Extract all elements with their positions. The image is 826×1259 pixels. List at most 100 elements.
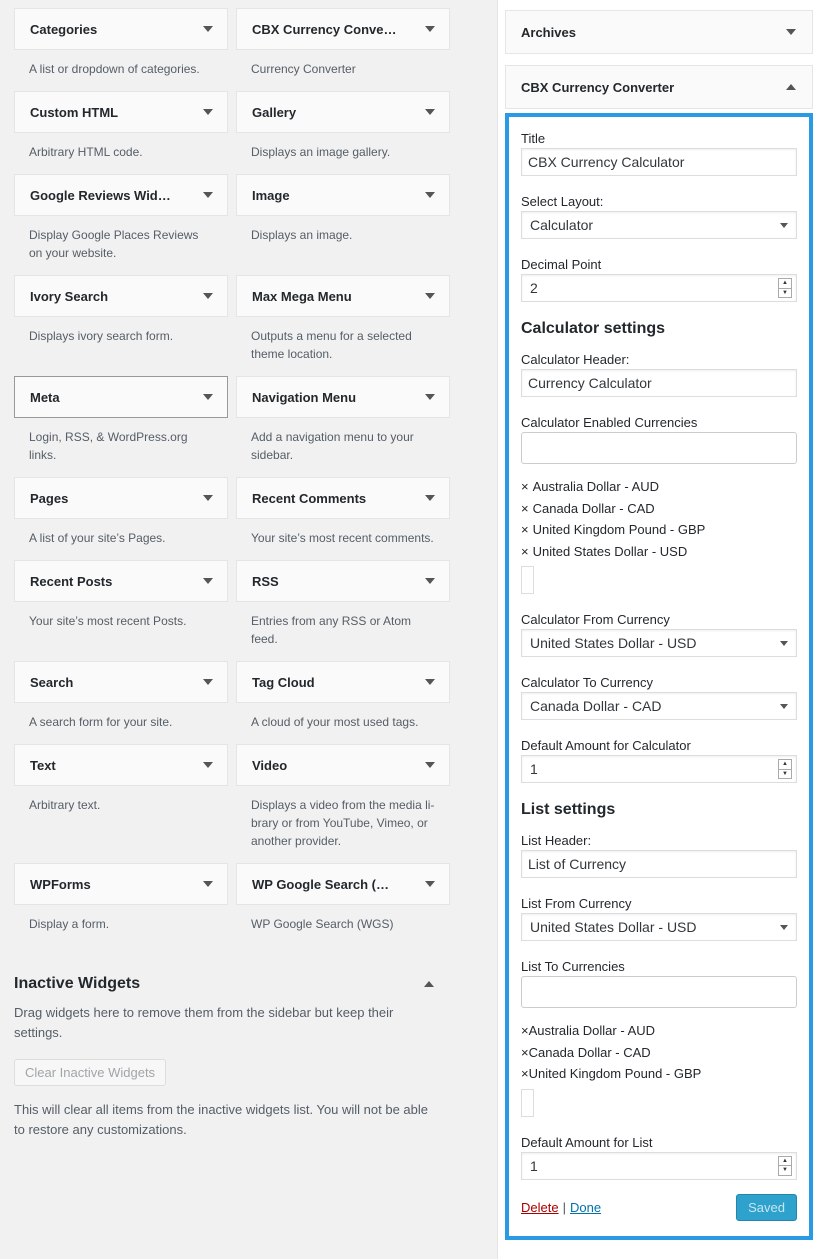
widget-title[interactable]: Recent Comments [236,477,450,519]
widget-title[interactable]: Meta [14,376,228,418]
widget-tag-cloud[interactable]: Tag Cloud A cloud of your most used tags… [236,661,450,744]
chevron-down-icon[interactable] [425,679,435,685]
remove-icon[interactable]: × [521,1045,529,1060]
widget-rss[interactable]: RSS Entries from any RSS or Atom feed. [236,560,450,661]
calc-default-input[interactable]: 1 ▲ ▼ [521,755,797,783]
widget-title[interactable]: WPForms [14,863,228,905]
widget-ivory-search[interactable]: Ivory Search Displays ivory search form. [14,275,228,376]
widget-search[interactable]: Search A search form for your site. [14,661,228,744]
number-spinner[interactable]: ▲ ▼ [778,1155,792,1176]
chevron-down-icon[interactable] [203,26,213,32]
chevron-up-icon[interactable] [424,981,434,987]
chevron-down-icon[interactable] [425,394,435,400]
widget-recent-posts[interactable]: Recent Posts Your site’s most recent Pos… [14,560,228,661]
widget-meta[interactable]: Meta Login, RSS, & WordPress.org links. [14,376,228,477]
widget-title[interactable]: Image [236,174,450,216]
done-link[interactable]: Done [570,1200,601,1215]
widget-cbx-currency-converter[interactable]: CBX Currency Conve… Currency Converter [236,8,450,91]
calc-header-input[interactable]: Currency Calculator [521,369,797,397]
widget-title[interactable]: Ivory Search [14,275,228,317]
chevron-down-icon[interactable] [203,495,213,501]
chevron-down-icon[interactable] [425,293,435,299]
spin-up-icon[interactable]: ▲ [779,279,791,288]
list-from-select[interactable]: United States Dollar - USD [521,913,797,941]
chevron-down-icon[interactable] [425,495,435,501]
widget-gallery[interactable]: Gallery Displays an image gallery. [236,91,450,174]
list-to-currencies-input[interactable] [521,976,797,1008]
widget-title[interactable]: Custom HTML [14,91,228,133]
widget-categories[interactable]: Categories A list or dropdown of categor… [14,8,228,91]
widget-image[interactable]: Image Displays an image. [236,174,450,275]
chevron-down-icon[interactable] [203,881,213,887]
list-default-input[interactable]: 1 ▲ ▼ [521,1151,797,1180]
chevron-down-icon[interactable] [203,192,213,198]
chevron-up-icon[interactable] [786,84,796,90]
widget-recent-comments[interactable]: Recent Comments Your site’s most recent … [236,477,450,560]
delete-link[interactable]: Delete [521,1200,559,1215]
spin-up-icon[interactable]: ▲ [779,760,791,769]
widget-title[interactable]: Search [14,661,228,703]
chevron-down-icon[interactable] [425,26,435,32]
remove-icon[interactable]: × [521,522,529,537]
widget-pages[interactable]: Pages A list of your site’s Pages. [14,477,228,560]
calc-enabled-hidden-input[interactable] [521,566,534,594]
inactive-widgets-heading[interactable]: Inactive Widgets [14,975,434,993]
widget-title[interactable]: WP Google Search (… [236,863,450,905]
widget-max-mega-menu[interactable]: Max Mega Menu Outputs a menu for a selec… [236,275,450,376]
widget-wp-google-search[interactable]: WP Google Search (… WP Google Search (WG… [236,863,450,946]
sidebar-widget-cbx[interactable]: CBX Currency Converter [505,65,813,109]
calc-to-select[interactable]: Canada Dollar - CAD [521,692,797,720]
spin-down-icon[interactable]: ▼ [779,1165,791,1175]
chevron-down-icon[interactable] [203,578,213,584]
widget-google-reviews[interactable]: Google Reviews Wid… Display Google Place… [14,174,228,275]
remove-icon[interactable]: × [521,479,529,494]
widget-title[interactable]: Recent Posts [14,560,228,602]
remove-icon[interactable]: × [521,1066,529,1081]
chevron-down-icon[interactable] [203,762,213,768]
widget-title[interactable]: Gallery [236,91,450,133]
chevron-down-icon[interactable] [425,881,435,887]
widget-wpforms[interactable]: WPForms Display a form. [14,863,228,946]
widget-title[interactable]: Max Mega Menu [236,275,450,317]
chevron-down-icon[interactable] [425,762,435,768]
list-to-hidden-input[interactable] [521,1088,534,1117]
title-input[interactable]: CBX Currency Calculator [521,148,797,176]
widget-title[interactable]: Tag Cloud [236,661,450,703]
spin-down-icon[interactable]: ▼ [779,768,791,779]
chevron-down-icon[interactable] [203,679,213,685]
spin-down-icon[interactable]: ▼ [779,287,791,298]
number-spinner[interactable]: ▲ ▼ [778,759,792,779]
widget-navigation-menu[interactable]: Navigation Menu Add a navigation menu to… [236,376,450,477]
number-spinner[interactable]: ▲ ▼ [778,278,792,298]
chevron-down-icon[interactable] [786,29,796,35]
remove-icon[interactable]: × [521,544,529,559]
chevron-down-icon[interactable] [203,109,213,115]
widget-title[interactable]: Text [14,744,228,786]
widget-title[interactable]: Video [236,744,450,786]
clear-inactive-widgets-button[interactable]: Clear Inactive Widgets [14,1059,167,1086]
decimal-input[interactable]: 2 ▲ ▼ [521,274,797,302]
remove-icon[interactable]: × [521,1023,529,1038]
widget-title[interactable]: Navigation Menu [236,376,450,418]
widget-title[interactable]: CBX Currency Conve… [236,8,450,50]
widget-title[interactable]: Pages [14,477,228,519]
calc-enabled-currencies-input[interactable] [521,432,797,464]
saved-button[interactable]: Saved [736,1193,797,1221]
widget-custom-html[interactable]: Custom HTML Arbitrary HTML code. [14,91,228,174]
widget-title[interactable]: Google Reviews Wid… [14,174,228,216]
calc-from-select[interactable]: United States Dollar - USD [521,629,797,657]
sidebar-widget-archives[interactable]: Archives [505,10,813,54]
remove-icon[interactable]: × [521,501,529,516]
chevron-down-icon[interactable] [203,394,213,400]
cbx-widget-header[interactable]: CBX Currency Converter [505,65,813,109]
chevron-down-icon[interactable] [425,192,435,198]
widget-video[interactable]: Video Displays a video from the media li… [236,744,450,863]
chevron-down-icon[interactable] [425,578,435,584]
spin-up-icon[interactable]: ▲ [779,1157,791,1166]
widget-title[interactable]: Categories [14,8,228,50]
layout-select[interactable]: Calculator [521,211,797,239]
widget-text[interactable]: Text Arbitrary text. [14,744,228,863]
archives-widget-header[interactable]: Archives [505,10,813,54]
list-header-input[interactable]: List of Currency [521,850,797,878]
widget-title[interactable]: RSS [236,560,450,602]
